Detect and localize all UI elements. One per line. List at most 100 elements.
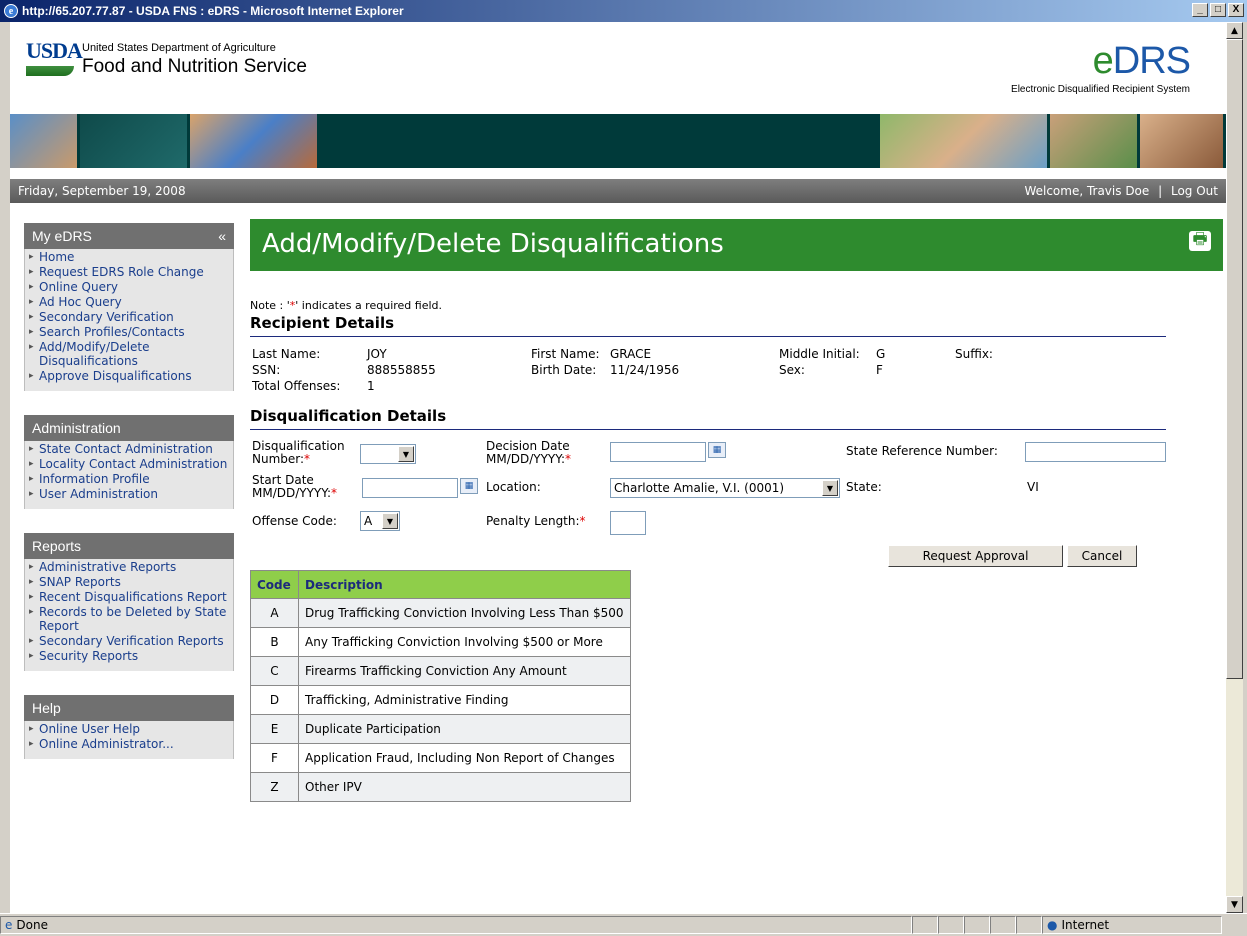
label-line: MM/DD/YYYY: (252, 486, 332, 500)
offense-code-select[interactable]: A ▼ (360, 511, 400, 531)
scroll-up-icon[interactable]: ▲ (1226, 22, 1243, 39)
sidebar-item-secondary-verification-reports[interactable]: Secondary Verification Reports (25, 633, 233, 648)
state-reference-input[interactable] (1025, 442, 1166, 462)
printer-icon[interactable]: 🖶 (1189, 229, 1211, 251)
sidebar-item-approve[interactable]: Approve Disqualifications (25, 368, 233, 383)
edrs-logo-e: e (1092, 40, 1114, 82)
banner-figure-icon (80, 114, 190, 168)
sidebar-item-online-admin-help[interactable]: Online Administrator... (25, 736, 233, 751)
code-cell: E (250, 714, 299, 744)
table-row: F Application Fraud, Including Non Repor… (250, 743, 631, 773)
location-select[interactable]: Charlotte Amalie, V.I. (0001) ▼ (610, 478, 840, 498)
birth-date-label: Birth Date: (531, 363, 597, 377)
banner-photo-basketball (10, 114, 80, 168)
sidebar-item-administrative-reports[interactable]: Administrative Reports (25, 559, 233, 574)
sidebar-item-snap-reports[interactable]: SNAP Reports (25, 574, 233, 589)
disqualification-form: Disqualification Number:* ▼ Decision Dat… (250, 440, 1226, 570)
logout-link[interactable]: Log Out (1171, 184, 1218, 198)
close-button[interactable]: X (1228, 3, 1244, 17)
sidebar-item-information-profile[interactable]: Information Profile (25, 471, 233, 486)
description-cell: Firearms Trafficking Conviction Any Amou… (298, 656, 631, 686)
sidebar-item-online-user-help[interactable]: Online User Help (25, 721, 233, 736)
ie-icon: e (4, 4, 18, 18)
sidebar-item-home[interactable]: Home (25, 249, 233, 264)
sidebar-title: Reports (32, 538, 82, 554)
page-header: Add/Modify/Delete Disqualifications 🖶 (250, 219, 1223, 271)
required-star: * (565, 452, 572, 466)
cancel-button[interactable]: Cancel (1067, 545, 1137, 567)
code-cell: C (250, 656, 299, 686)
offense-codes-table: Code Description A Drug Trafficking Conv… (250, 570, 631, 802)
disq-number-select[interactable]: ▼ (360, 444, 416, 464)
sidebar-item-online-query[interactable]: Online Query (25, 279, 233, 294)
chevron-down-icon: ▼ (398, 446, 414, 462)
state-label: State: (846, 480, 882, 494)
edrs-logo[interactable]: eDRS (1092, 40, 1191, 83)
sidebar-title: Administration (32, 420, 121, 436)
scrollbar-thumb[interactable] (1226, 39, 1243, 679)
middle-initial-label: Middle Initial: (779, 347, 860, 361)
globe-icon: ● (1047, 918, 1058, 932)
required-star: * (304, 452, 311, 466)
required-star: * (579, 514, 586, 528)
sidebar-item-request-role[interactable]: Request EDRS Role Change (25, 264, 233, 279)
decision-date-input[interactable] (610, 442, 706, 462)
sidebar-item-add-modify-delete[interactable]: Add/Modify/Delete Disqualifications (25, 339, 233, 368)
birth-date-value: 11/24/1956 (610, 363, 680, 377)
status-text: Done (16, 918, 48, 932)
table-header-row: Code Description (250, 570, 631, 599)
required-note: Note : '*' indicates a required field. (250, 299, 1226, 312)
sidebar-item-secondary-verification[interactable]: Secondary Verification (25, 309, 233, 324)
description-cell: Other IPV (298, 772, 631, 802)
user-area: Welcome, Travis Doe | Log Out (1024, 184, 1218, 198)
sidebar-section-help: Online User Help Online Administrator... (24, 721, 234, 759)
usda-logo[interactable]: USDA (26, 38, 83, 64)
first-name-label: First Name: (531, 347, 600, 361)
sidebar-header-help: Help (24, 695, 234, 721)
sidebar-item-records-to-be-deleted[interactable]: Records to be Deleted by State Report (25, 604, 233, 633)
middle-initial-value: G (876, 347, 886, 361)
scroll-down-icon[interactable]: ▼ (1226, 896, 1243, 913)
code-cell: A (250, 598, 299, 628)
sidebar-section-administration: State Contact Administration Locality Co… (24, 441, 234, 509)
sidebar-item-security-reports[interactable]: Security Reports (25, 648, 233, 663)
sidebar-gap (24, 671, 234, 695)
welcome-text: Welcome, Travis Doe (1024, 184, 1150, 198)
status-cell (912, 916, 938, 934)
description-cell: Trafficking, Administrative Finding (298, 685, 631, 715)
sidebar-section-my-edrs: Home Request EDRS Role Change Online Que… (24, 249, 234, 391)
sidebar-item-state-contact[interactable]: State Contact Administration (25, 441, 233, 456)
banner-photo-family (880, 114, 1050, 168)
minimize-button[interactable]: _ (1192, 3, 1208, 17)
calendar-icon[interactable]: ▦ (460, 478, 478, 494)
sidebar-item-locality-contact[interactable]: Locality Contact Administration (25, 456, 233, 471)
maximize-button[interactable]: □ (1210, 3, 1226, 17)
sidebar-item-user-administration[interactable]: User Administration (25, 486, 233, 501)
sidebar-gap (24, 509, 234, 533)
vertical-scrollbar[interactable]: ▲ ▼ (1226, 22, 1243, 913)
sidebar-item-ad-hoc-query[interactable]: Ad Hoc Query (25, 294, 233, 309)
first-name-value: GRACE (610, 347, 652, 361)
decision-date-label: Decision Date MM/DD/YYYY:* (486, 440, 571, 466)
browser-viewport: USDA United States Department of Agricul… (10, 22, 1226, 913)
usda-logo-wave (26, 66, 74, 76)
sidebar-title: Help (32, 700, 61, 716)
description-cell: Drug Trafficking Conviction Involving Le… (298, 598, 631, 628)
sidebar-section-reports: Administrative Reports SNAP Reports Rece… (24, 559, 234, 671)
status-cell (964, 916, 990, 934)
collapse-icon[interactable]: « (218, 228, 226, 244)
description-cell: Any Trafficking Conviction Involving $50… (298, 627, 631, 657)
label-line: Start Date (252, 473, 314, 487)
location-value: Charlotte Amalie, V.I. (0001) (614, 481, 785, 495)
chevron-down-icon: ▼ (382, 513, 398, 529)
description-cell: Application Fraud, Including Non Report … (298, 743, 631, 773)
status-bar: e Done ● Internet (0, 913, 1247, 936)
sidebar-item-recent-disqualifications[interactable]: Recent Disqualifications Report (25, 589, 233, 604)
penalty-length-input[interactable] (610, 511, 646, 535)
sidebar-item-search-profiles[interactable]: Search Profiles/Contacts (25, 324, 233, 339)
start-date-input[interactable] (362, 478, 458, 498)
offense-code-label: Offense Code: (252, 514, 337, 528)
request-approval-button[interactable]: Request Approval (888, 545, 1063, 567)
calendar-icon[interactable]: ▦ (708, 442, 726, 458)
banner-photo-children (190, 114, 320, 168)
